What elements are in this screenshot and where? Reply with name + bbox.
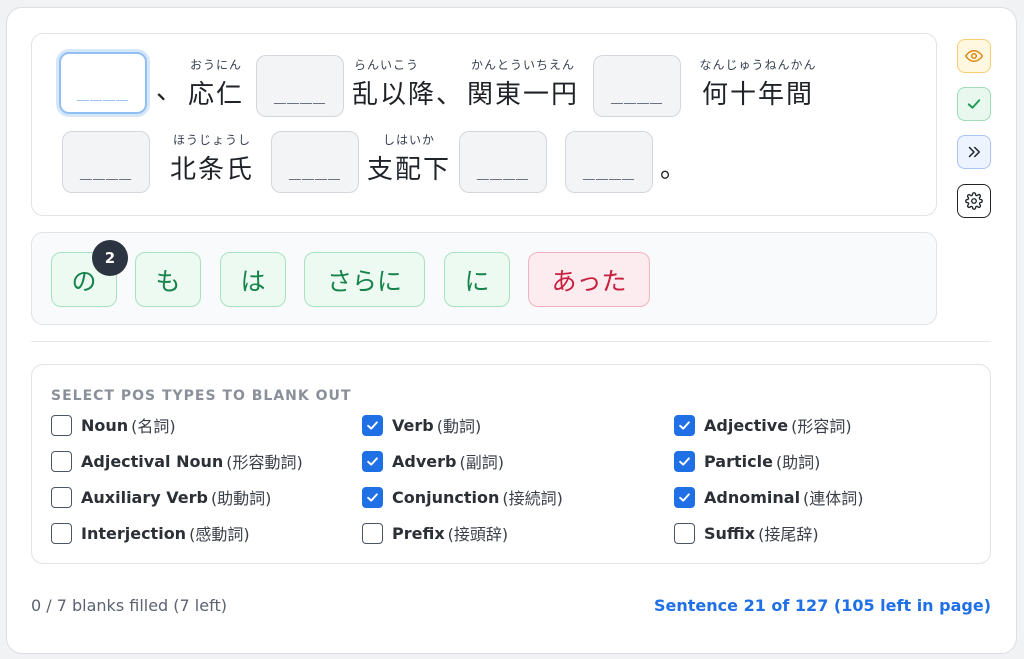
pos-section-title: SELECT POS TYPES TO BLANK OUT [51,388,352,404]
checkmark-icon [679,492,690,502]
word-houjoushi: ほうじょうし 北条氏 [169,133,254,185]
word-chip-sarani[interactable]: さらに [304,252,425,307]
pos-label: Noun [81,415,129,435]
pos-label: Verb [392,415,434,435]
blank-2[interactable]: ____ [256,55,344,117]
word-chip-ni[interactable]: に [444,252,510,307]
pos-checkbox-adverb[interactable] [362,450,383,472]
blank-4[interactable]: ____ [62,131,150,193]
pos-label-jp: (形容詞) [791,417,852,436]
blank-3[interactable]: ____ [593,55,681,117]
settings-button[interactable] [957,184,991,218]
pos-option-adjective[interactable]: Adjective (形容詞) [674,413,852,437]
pos-label-jp: (助動詞) [210,489,272,508]
pos-label-jp: (助詞) [775,453,821,472]
pos-label-jp: (動詞) [436,417,482,436]
word-bank-panel: の も は さらに に あった [31,232,937,325]
word-ounin: おうにん 応仁 [187,58,244,110]
checkmark-icon [679,456,690,466]
period: 。 [660,154,687,184]
checkmark-icon [679,420,690,430]
pos-option-adverb[interactable]: Adverb (副詞) [362,449,504,473]
pos-checkbox-particle[interactable] [674,450,695,472]
double-chevron-right-icon [968,146,980,158]
pos-label-jp: (名詞) [131,417,176,436]
check-button[interactable] [957,87,991,121]
pos-checkbox-adjectival-noun[interactable] [51,450,72,472]
pos-option-auxiliary-verb[interactable]: Auxiliary Verb (助動詞) [51,485,271,509]
pos-label-jp: (接頭辞) [447,525,509,544]
pos-label: Adjectival Noun [81,451,224,471]
pos-label: Conjunction [392,487,500,507]
blank-1[interactable]: ____ [59,52,147,114]
pos-checkbox-prefix[interactable] [362,522,383,544]
pos-label-jp: (形容動詞) [226,453,303,472]
pos-checkbox-auxiliary-verb[interactable] [51,486,72,508]
blanks-progress: 0 / 7 blanks filled (7 left) [31,596,227,615]
checkmark-icon [367,456,378,466]
word-shihaika: しはいか 支配下 [366,133,451,185]
pos-label: Interjection [81,523,187,543]
word-chip-wa[interactable]: は [220,252,286,307]
pos-label: Adjective [704,415,789,435]
blank-7[interactable]: ____ [565,131,653,193]
blank-5[interactable]: ____ [271,131,359,193]
reveal-button[interactable] [957,39,991,73]
divider [31,341,991,342]
pos-checkbox-conjunction[interactable] [362,486,383,508]
pos-option-conjunction[interactable]: Conjunction (接続詞) [362,485,563,509]
pos-checkbox-noun[interactable] [51,414,72,436]
pos-checkbox-adnominal[interactable] [674,486,695,508]
pos-checkbox-suffix[interactable] [674,522,695,544]
pos-label-jp: (副詞) [459,453,504,472]
checkmark-icon [367,420,378,430]
checkmark-icon [367,492,378,502]
pos-option-adjectival-noun[interactable]: Adjectival Noun (形容動詞) [51,449,303,473]
pos-checkbox-verb[interactable] [362,414,383,436]
pos-label: Adnominal [704,487,801,507]
pos-label-jp: (接続詞) [502,489,563,508]
pos-label: Prefix [392,523,445,543]
pos-checkbox-interjection[interactable] [51,522,72,544]
chip-count-badge: 2 [92,240,128,276]
pos-checkbox-adjective[interactable] [674,414,695,436]
pos-label: Suffix [704,523,756,543]
pos-option-suffix[interactable]: Suffix (接尾辞) [674,521,819,545]
pos-label: Auxiliary Verb [81,487,208,507]
pos-label-jp: (連体詞) [803,489,864,508]
pos-option-noun[interactable]: Noun (名詞) [51,413,176,437]
check-icon [967,99,981,109]
sentence-nav-link[interactable]: Sentence 21 of 127 (105 left in page) [654,596,991,615]
pos-option-particle[interactable]: Particle (助詞) [674,449,820,473]
word-nanjuunenkan: なんじゅうねんかん 何十年間 [699,58,817,110]
eye-icon [965,50,983,62]
blank-6[interactable]: ____ [459,131,547,193]
comma: 、 [156,76,183,106]
pos-label: Adverb [392,451,457,471]
pos-option-verb[interactable]: Verb (動詞) [362,413,481,437]
gear-icon [965,192,983,210]
pos-label-jp: (接尾辞) [758,525,819,544]
pos-option-adnominal[interactable]: Adnominal (連体詞) [674,485,864,509]
skip-button[interactable] [957,135,991,169]
word-chip-mo[interactable]: も [135,252,201,307]
pos-label: Particle [704,451,773,471]
word-chip-atta[interactable]: あった [528,252,650,307]
word-ranikou: らんいこう 乱以降、 [352,58,465,110]
pos-option-interjection[interactable]: Interjection (感動詞) [51,521,250,545]
pos-option-prefix[interactable]: Prefix (接頭辞) [362,521,508,545]
word-kantou-ichien: かんとういちえん 関東一円 [466,58,579,110]
pos-label-jp: (感動詞) [189,525,250,544]
